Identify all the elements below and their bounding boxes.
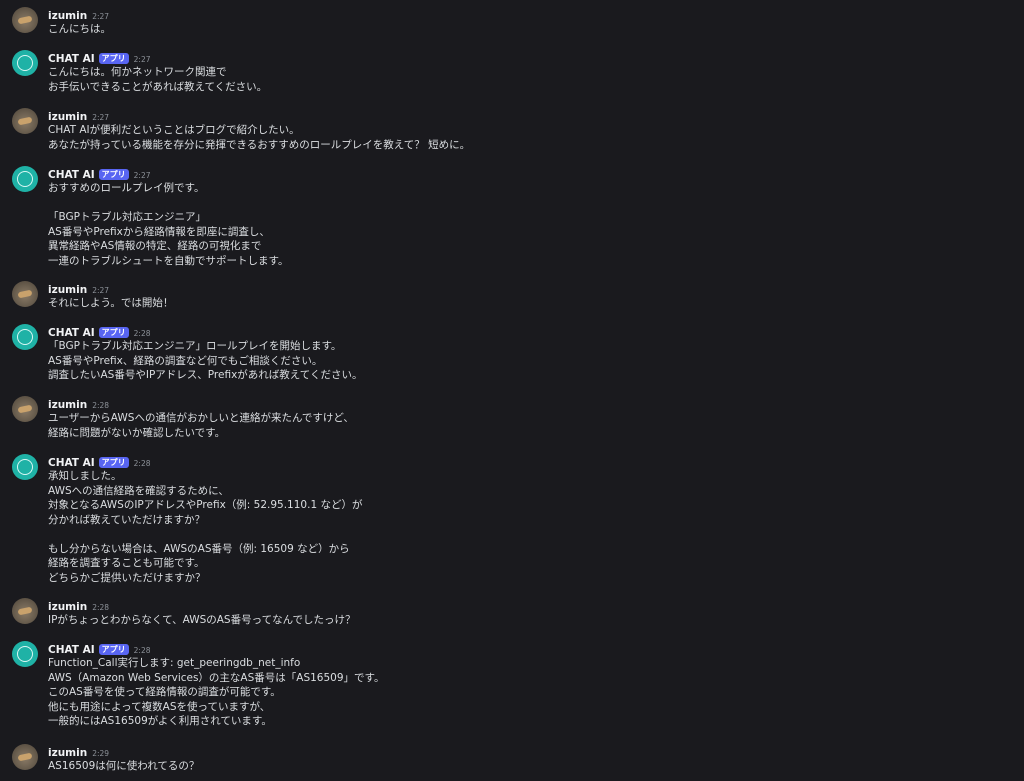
message-header: CHAT AI アプリ 2:27 [48, 50, 151, 65]
message-header: CHAT AI アプリ 2:28 [48, 641, 151, 656]
message-header: izumin 2:27 [48, 281, 109, 296]
message-header: izumin 2:27 [48, 7, 109, 22]
author-name[interactable]: izumin [48, 399, 87, 411]
message-line: こんにちは。 [48, 23, 111, 35]
message-body: こんにちは。 [48, 22, 111, 37]
message-line: Function_Call実行します: get_peeringdb_net_in… [48, 657, 301, 669]
chat-ai-bot-icon[interactable] [12, 641, 38, 667]
message-timestamp[interactable]: 2:28 [92, 603, 109, 612]
author-name[interactable]: CHAT AI [48, 327, 95, 339]
message-header: CHAT AI アプリ 2:28 [48, 454, 151, 469]
message-line: AWS（Amazon Web Services）の主なAS番号は「AS16509… [48, 671, 385, 684]
message-timestamp[interactable]: 2:27 [92, 286, 109, 295]
message-line: 一連のトラブルシュートを自動でサポートします。 [48, 254, 289, 267]
message-line: もし分からない場合は、AWSのAS番号（例: 16509 など）から [48, 542, 350, 555]
message-line: 承知しました。 [48, 470, 122, 482]
chat-ai-bot-icon[interactable] [12, 324, 38, 350]
message-line: 「BGPトラブル対応エンジニア」 [48, 211, 206, 223]
app-badge: アプリ [98, 169, 129, 180]
message-header: izumin 2:28 [48, 396, 109, 411]
message-line: 他にも用途によって複数ASを使っていますが、 [48, 700, 271, 713]
message-line: CHAT AIが便利だということはブログで紹介したい。 [48, 124, 300, 136]
message-timestamp[interactable]: 2:27 [134, 55, 151, 64]
chat-message-list: izumin 2:27 こんにちは。 CHAT AI アプリ 2:27 こんにちは。何かネッ… [0, 0, 1024, 781]
author-name[interactable]: izumin [48, 111, 87, 123]
message-line: 分かれば教えていただけますか？ [48, 513, 205, 526]
author-name[interactable]: CHAT AI [48, 457, 95, 469]
bot-logo-mark [17, 329, 33, 345]
message-header: CHAT AI アプリ 2:28 [48, 324, 151, 339]
message-line: このAS番号を使って経路情報の調査が可能です。 [48, 686, 281, 698]
bot-logo-mark [17, 55, 33, 71]
chat-ai-bot-icon[interactable] [12, 50, 38, 76]
author-name[interactable]: izumin [48, 601, 87, 613]
message-body: CHAT AIが便利だということはブログで紹介したい。あなたが持っている機能を存… [48, 123, 470, 152]
message-body: それにしよう。では開始！ [48, 296, 173, 311]
message-timestamp[interactable]: 2:29 [92, 749, 109, 758]
message-timestamp[interactable]: 2:27 [134, 171, 151, 180]
author-name[interactable]: CHAT AI [48, 53, 95, 65]
message-body: AS16509は何に使われてるの？ [48, 759, 199, 774]
message-body: 承知しました。 AWSへの通信経路を確認するために、対象となるAWSのIPアドレス… [48, 469, 362, 585]
user-avatar-icon[interactable] [12, 396, 38, 422]
bot-logo-mark [17, 171, 33, 187]
message-timestamp[interactable]: 2:28 [92, 401, 109, 410]
message-line: 対象となるAWSのIPアドレスやPrefix（例: 52.95.110.1 など… [48, 499, 363, 511]
bot-logo-mark [17, 459, 33, 475]
message-line: 経路に問題がないか確認したいです。 [48, 426, 226, 439]
message-body: こんにちは。何かネットワーク関連でお手伝いできることがあれば教えてください。 [48, 65, 267, 94]
message-line: IPがちょっとわからなくて、AWSのAS番号ってなんでしたっけ？ [48, 614, 356, 626]
bot-logo-mark [17, 646, 33, 662]
message-line: 調査したいAS番号やIPアドレス、Prefixがあれば教えてください。 [48, 369, 363, 381]
app-badge: アプリ [98, 457, 129, 468]
message-header: izumin 2:27 [48, 108, 109, 123]
author-name[interactable]: CHAT AI [48, 644, 95, 656]
message-body: ユーザーからAWSへの通信がおかしいと連絡が来たんですけど、 経路に問題がないか確… [48, 411, 354, 440]
author-name[interactable]: izumin [48, 747, 87, 759]
message-header: CHAT AI アプリ 2:27 [48, 166, 151, 181]
message-timestamp[interactable]: 2:27 [92, 12, 109, 21]
user-avatar-icon[interactable] [12, 598, 38, 624]
message-line: どちらかご提供いただけますか？ [48, 571, 206, 584]
message-line: ユーザーからAWSへの通信がおかしいと連絡が来たんですけど、 [48, 412, 354, 424]
message-timestamp[interactable]: 2:27 [92, 113, 109, 122]
message-header: izumin 2:28 [48, 598, 109, 613]
message-line: 異常経路やAS情報の特定、経路の可視化まで [48, 240, 262, 252]
message-timestamp[interactable]: 2:28 [134, 459, 151, 468]
message-line: AS16509は何に使われてるの？ [48, 760, 200, 772]
author-name[interactable]: izumin [48, 10, 87, 22]
message-line: 経路を調査することも可能です。 [48, 557, 205, 569]
message-body: おすすめのロールプレイ例です。 「BGPトラブル対応エンジニア」 AS番号やPref… [48, 181, 288, 268]
message-timestamp[interactable]: 2:28 [134, 646, 151, 655]
message-line: あなたが持っている機能を存分に発揮できるおすすめのロールプレイを教えて？ 短めに… [48, 138, 471, 151]
message-body: IPがちょっとわからなくて、AWSのAS番号ってなんでしたっけ？ [48, 613, 356, 628]
message-line [48, 527, 362, 542]
app-badge: アプリ [98, 644, 129, 655]
app-badge: アプリ [98, 327, 129, 338]
message-line: AS番号やPrefixから経路情報を即座に調査し、 [48, 225, 270, 238]
message-line: 「BGPトラブル対応エンジニア」ロールプレイを開始します。 [48, 340, 342, 352]
user-avatar-icon[interactable] [12, 7, 38, 33]
message-line: 一般的にはAS16509がよく利用されています。 [48, 715, 272, 727]
chat-ai-bot-icon[interactable] [12, 166, 38, 192]
chat-ai-bot-icon[interactable] [12, 454, 38, 480]
message-timestamp[interactable]: 2:28 [134, 329, 151, 338]
message-line: おすすめのロールプレイ例です。 [48, 182, 205, 194]
message-body: 「BGPトラブル対応エンジニア」ロールプレイを開始します。 AS番号やPrefix… [48, 339, 362, 383]
app-badge: アプリ [98, 53, 129, 64]
message-line: AS番号やPrefix、経路の調査など何でもご相談ください。 [48, 354, 323, 367]
message-header: izumin 2:29 [48, 744, 109, 759]
author-name[interactable]: CHAT AI [48, 169, 95, 181]
user-avatar-icon[interactable] [12, 108, 38, 134]
message-line: こんにちは。何かネットワーク関連で [48, 66, 227, 78]
message-body: Function_Call実行します: get_peeringdb_net_in… [48, 656, 384, 729]
author-name[interactable]: izumin [48, 284, 87, 296]
message-line: お手伝いできることがあれば教えてください。 [48, 80, 268, 93]
user-avatar-icon[interactable] [12, 281, 38, 307]
message-line: AWSへの通信経路を確認するために、 [48, 484, 229, 497]
user-avatar-icon[interactable] [12, 744, 38, 770]
message-line [48, 196, 288, 211]
message-line: それにしよう。では開始！ [48, 297, 174, 309]
